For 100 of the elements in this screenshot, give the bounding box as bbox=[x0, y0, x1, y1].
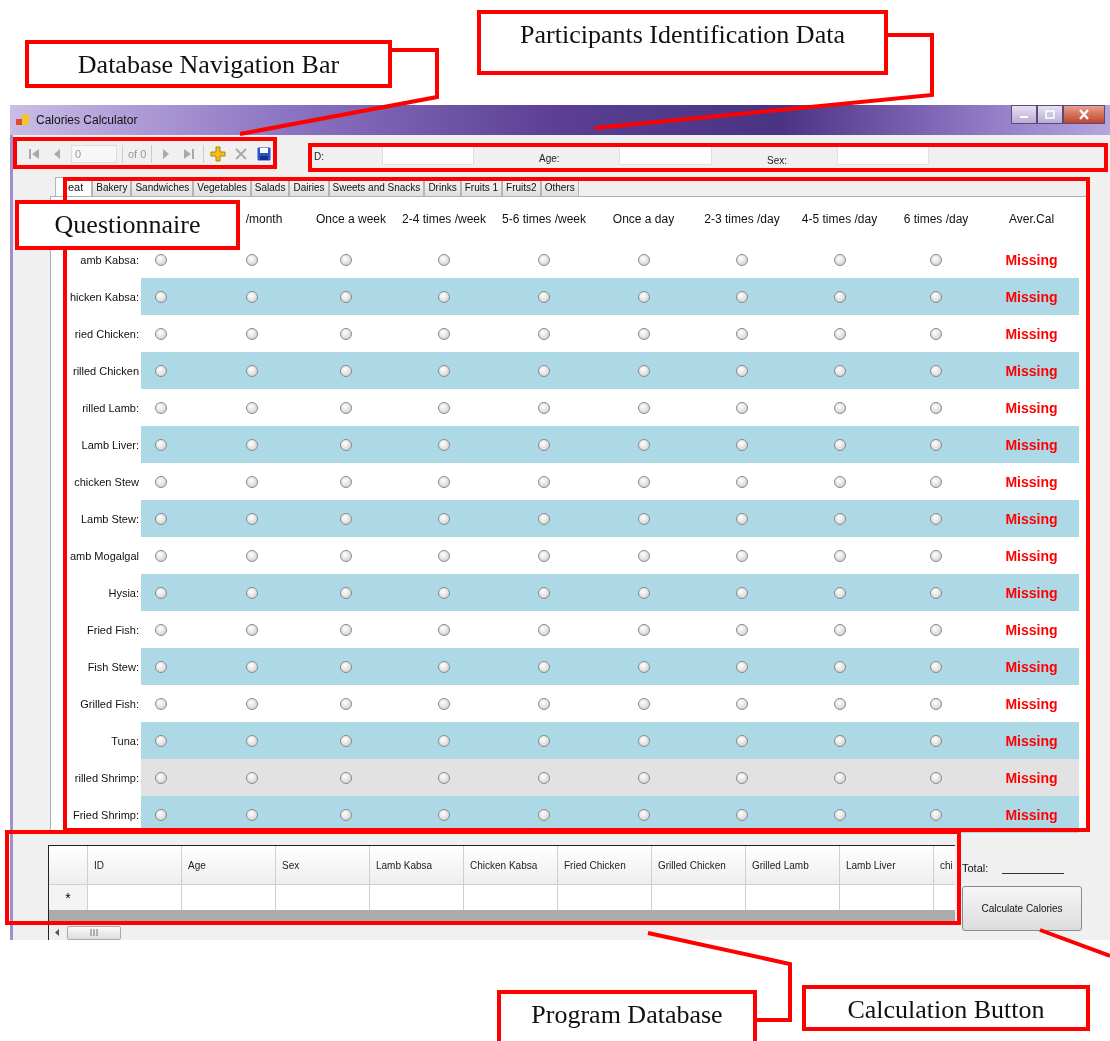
radio-button[interactable] bbox=[246, 697, 258, 710]
radio-button[interactable] bbox=[438, 290, 450, 303]
radio-button[interactable] bbox=[340, 327, 352, 340]
radio-button[interactable] bbox=[833, 808, 846, 821]
radio-button[interactable] bbox=[637, 771, 650, 784]
table-cell[interactable] bbox=[746, 885, 840, 910]
radio-button[interactable] bbox=[155, 586, 167, 599]
table-cell[interactable] bbox=[88, 885, 182, 910]
radio-button[interactable] bbox=[246, 253, 258, 266]
radio-button[interactable] bbox=[246, 401, 258, 414]
minimize-button[interactable] bbox=[1011, 105, 1037, 124]
calculate-calories-button[interactable]: Calculate Calories bbox=[962, 886, 1082, 931]
radio-button[interactable] bbox=[155, 290, 167, 303]
radio-button[interactable] bbox=[155, 549, 167, 562]
maximize-button[interactable] bbox=[1037, 105, 1063, 124]
radio-button[interactable] bbox=[155, 364, 167, 377]
radio-button[interactable] bbox=[340, 438, 352, 451]
radio-button[interactable] bbox=[930, 771, 942, 784]
radio-button[interactable] bbox=[637, 734, 650, 747]
radio-button[interactable] bbox=[155, 327, 167, 340]
radio-button[interactable] bbox=[246, 771, 258, 784]
radio-button[interactable] bbox=[833, 771, 846, 784]
radio-button[interactable] bbox=[637, 660, 650, 673]
radio-button[interactable] bbox=[637, 475, 650, 488]
radio-button[interactable] bbox=[246, 438, 258, 451]
radio-button[interactable] bbox=[438, 808, 450, 821]
radio-button[interactable] bbox=[930, 253, 942, 266]
radio-button[interactable] bbox=[736, 771, 748, 784]
radio-button[interactable] bbox=[246, 586, 258, 599]
radio-button[interactable] bbox=[736, 549, 748, 562]
table-cell[interactable] bbox=[652, 885, 746, 910]
radio-button[interactable] bbox=[340, 364, 352, 377]
radio-button[interactable] bbox=[340, 290, 352, 303]
radio-button[interactable] bbox=[246, 808, 258, 821]
radio-button[interactable] bbox=[930, 401, 942, 414]
radio-button[interactable] bbox=[833, 660, 846, 673]
radio-button[interactable] bbox=[438, 586, 450, 599]
radio-button[interactable] bbox=[736, 475, 748, 488]
radio-button[interactable] bbox=[340, 734, 352, 747]
table-cell[interactable] bbox=[182, 885, 276, 910]
radio-button[interactable] bbox=[833, 364, 846, 377]
radio-button[interactable] bbox=[833, 438, 846, 451]
radio-button[interactable] bbox=[637, 401, 650, 414]
radio-button[interactable] bbox=[833, 586, 846, 599]
scroll-left-icon[interactable] bbox=[53, 928, 61, 937]
radio-button[interactable] bbox=[736, 512, 748, 525]
radio-button[interactable] bbox=[340, 771, 352, 784]
radio-button[interactable] bbox=[438, 623, 450, 636]
radio-button[interactable] bbox=[736, 290, 748, 303]
radio-button[interactable] bbox=[930, 734, 942, 747]
radio-button[interactable] bbox=[736, 808, 748, 821]
radio-button[interactable] bbox=[155, 660, 167, 673]
radio-button[interactable] bbox=[340, 401, 352, 414]
radio-button[interactable] bbox=[930, 438, 942, 451]
radio-button[interactable] bbox=[637, 327, 650, 340]
radio-button[interactable] bbox=[438, 475, 450, 488]
radio-button[interactable] bbox=[736, 401, 748, 414]
radio-button[interactable] bbox=[637, 549, 650, 562]
radio-button[interactable] bbox=[736, 586, 748, 599]
radio-button[interactable] bbox=[340, 808, 352, 821]
radio-button[interactable] bbox=[155, 475, 167, 488]
radio-button[interactable] bbox=[155, 771, 167, 784]
radio-button[interactable] bbox=[538, 771, 550, 784]
radio-button[interactable] bbox=[538, 327, 550, 340]
radio-button[interactable] bbox=[736, 623, 748, 636]
radio-button[interactable] bbox=[833, 697, 846, 710]
radio-button[interactable] bbox=[637, 253, 650, 266]
radio-button[interactable] bbox=[833, 512, 846, 525]
radio-button[interactable] bbox=[930, 327, 942, 340]
add-record-button[interactable] bbox=[209, 145, 228, 163]
radio-button[interactable] bbox=[930, 660, 942, 673]
table-cell[interactable] bbox=[464, 885, 558, 910]
radio-button[interactable] bbox=[637, 586, 650, 599]
radio-button[interactable] bbox=[930, 586, 942, 599]
radio-button[interactable] bbox=[438, 364, 450, 377]
save-button[interactable] bbox=[255, 145, 274, 163]
radio-button[interactable] bbox=[736, 697, 748, 710]
radio-button[interactable] bbox=[340, 475, 352, 488]
radio-button[interactable] bbox=[538, 364, 550, 377]
radio-button[interactable] bbox=[438, 697, 450, 710]
radio-button[interactable] bbox=[833, 623, 846, 636]
radio-button[interactable] bbox=[637, 438, 650, 451]
radio-button[interactable] bbox=[736, 438, 748, 451]
radio-button[interactable] bbox=[246, 660, 258, 673]
radio-button[interactable] bbox=[340, 253, 352, 266]
radio-button[interactable] bbox=[340, 660, 352, 673]
radio-button[interactable] bbox=[438, 438, 450, 451]
radio-button[interactable] bbox=[930, 623, 942, 636]
radio-button[interactable] bbox=[438, 660, 450, 673]
radio-button[interactable] bbox=[833, 290, 846, 303]
radio-button[interactable] bbox=[637, 364, 650, 377]
radio-button[interactable] bbox=[538, 586, 550, 599]
radio-button[interactable] bbox=[930, 475, 942, 488]
scrollbar-thumb[interactable] bbox=[67, 925, 121, 940]
radio-button[interactable] bbox=[736, 364, 748, 377]
radio-button[interactable] bbox=[637, 697, 650, 710]
radio-button[interactable] bbox=[438, 401, 450, 414]
radio-button[interactable] bbox=[538, 660, 550, 673]
radio-button[interactable] bbox=[155, 253, 167, 266]
radio-button[interactable] bbox=[736, 660, 748, 673]
